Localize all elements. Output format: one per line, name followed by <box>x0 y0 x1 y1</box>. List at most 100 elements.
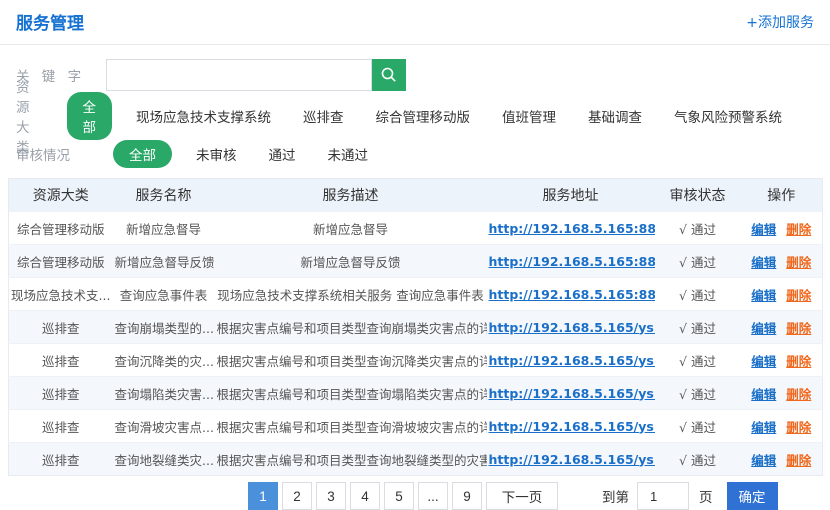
table-row: 巡排查 查询塌陷类灾害... 根据灾害点编号和项目类型查询塌陷类灾害点的详...… <box>9 377 823 410</box>
delete-link[interactable]: 删除 <box>786 222 811 237</box>
page-ellipsis[interactable]: ... <box>418 482 448 510</box>
resource-option-5[interactable]: 气象风险预警系统 <box>674 106 782 126</box>
audit-filter-all[interactable]: 全部 <box>113 140 172 168</box>
col-header-url: 服务地址 <box>487 179 655 212</box>
edit-link[interactable]: 编辑 <box>751 420 776 435</box>
service-url-link[interactable]: http://192.168.5.165:88... <box>489 287 655 302</box>
top-bar: 服务管理 +添加服务 <box>0 0 830 45</box>
goto-page-prefix: 到第 <box>602 486 629 506</box>
keyword-input[interactable] <box>106 59 372 91</box>
cell-category: 巡排查 <box>9 311 113 344</box>
table-row: 综合管理移动版 新增应急督导反馈 新增应急督导反馈 http://192.168… <box>9 245 823 278</box>
cell-category: 巡排查 <box>9 410 113 443</box>
delete-link[interactable]: 删除 <box>786 255 811 270</box>
service-url-link[interactable]: http://192.168.5.165/ys... <box>489 452 655 467</box>
audit-option-0[interactable]: 未审核 <box>196 144 237 164</box>
edit-link[interactable]: 编辑 <box>751 453 776 468</box>
page-button-1[interactable]: 1 <box>248 482 278 510</box>
resource-option-4[interactable]: 基础调查 <box>588 106 642 126</box>
resource-option-2[interactable]: 综合管理移动版 <box>376 106 471 126</box>
search-button[interactable] <box>372 59 406 91</box>
page-title: 服务管理 <box>16 9 84 34</box>
audit-filter-row: 审核情况 全部 未审核 通过 未通过 <box>16 140 814 168</box>
page-button-3[interactable]: 3 <box>316 482 346 510</box>
delete-link[interactable]: 删除 <box>786 288 811 303</box>
audit-option-1[interactable]: 通过 <box>269 144 296 164</box>
table-row: 巡排查 查询沉降类的灾... 根据灾害点编号和项目类型查询沉降类灾害点的详...… <box>9 344 823 377</box>
cell-category: 综合管理移动版 <box>9 245 113 278</box>
resource-option-3[interactable]: 值班管理 <box>502 106 556 126</box>
cell-name: 查询塌陷类灾害... <box>113 377 215 410</box>
edit-link[interactable]: 编辑 <box>751 321 776 336</box>
resource-filter-row: 资源大类 全部 现场应急技术支撑系统 巡排查 综合管理移动版 值班管理 基础调查… <box>16 102 814 130</box>
cell-desc: 新增应急督导反馈 <box>215 245 487 278</box>
table-row: 巡排查 查询地裂缝类灾... 根据灾害点编号和项目类型查询地裂缝类型的灾害...… <box>9 443 823 476</box>
edit-link[interactable]: 编辑 <box>751 255 776 270</box>
delete-link[interactable]: 删除 <box>786 453 811 468</box>
delete-link[interactable]: 删除 <box>786 354 811 369</box>
cell-name: 查询崩塌类型的... <box>113 311 215 344</box>
edit-link[interactable]: 编辑 <box>751 354 776 369</box>
edit-link[interactable]: 编辑 <box>751 387 776 402</box>
col-header-actions: 操作 <box>741 179 823 212</box>
status-badge: √ 通过 <box>655 311 741 344</box>
cell-name: 查询沉降类的灾... <box>113 344 215 377</box>
table-row: 现场应急技术支... 查询应急事件表 现场应急技术支撑系统相关服务 查询应急事件… <box>9 278 823 311</box>
service-url-link[interactable]: http://192.168.5.165/ys... <box>489 386 655 401</box>
delete-link[interactable]: 删除 <box>786 321 811 336</box>
keyword-search-row: 关 键 字 <box>16 58 814 92</box>
page-button-4[interactable]: 4 <box>350 482 380 510</box>
status-badge: √ 通过 <box>655 278 741 311</box>
col-header-name: 服务名称 <box>113 179 215 212</box>
resource-option-0[interactable]: 现场应急技术支撑系统 <box>136 106 271 126</box>
cell-name: 新增应急督导反馈 <box>113 245 215 278</box>
service-url-link[interactable]: http://192.168.5.165/ys... <box>489 419 655 434</box>
goto-page-input[interactable] <box>637 482 689 510</box>
table-row: 巡排查 查询崩塌类型的... 根据灾害点编号和项目类型查询崩塌类灾害点的详...… <box>9 311 823 344</box>
edit-link[interactable]: 编辑 <box>751 222 776 237</box>
cell-desc: 根据灾害点编号和项目类型查询滑坡坡灾害点的详... <box>215 410 487 443</box>
delete-link[interactable]: 删除 <box>786 387 811 402</box>
cell-category: 现场应急技术支... <box>9 278 113 311</box>
cell-desc: 根据灾害点编号和项目类型查询沉降类灾害点的详... <box>215 344 487 377</box>
col-header-status: 审核状态 <box>655 179 741 212</box>
cell-desc: 根据灾害点编号和项目类型查询地裂缝类型的灾害... <box>215 443 487 476</box>
page-button-2[interactable]: 2 <box>282 482 312 510</box>
cell-name: 查询地裂缝类灾... <box>113 443 215 476</box>
page-button-5[interactable]: 5 <box>384 482 414 510</box>
service-url-link[interactable]: http://192.168.5.165:88... <box>489 221 655 236</box>
cell-desc: 现场应急技术支撑系统相关服务 查询应急事件表 <box>215 278 487 311</box>
confirm-button[interactable]: 确定 <box>727 482 778 510</box>
status-badge: √ 通过 <box>655 245 741 278</box>
audit-option-2[interactable]: 未通过 <box>328 144 369 164</box>
cell-name: 新增应急督导 <box>113 212 215 245</box>
page-button-9[interactable]: 9 <box>452 482 482 510</box>
next-page-button[interactable]: 下一页 <box>486 482 558 510</box>
edit-link[interactable]: 编辑 <box>751 288 776 303</box>
col-header-desc: 服务描述 <box>215 179 487 212</box>
status-badge: √ 通过 <box>655 410 741 443</box>
cell-name: 查询滑坡灾害点... <box>113 410 215 443</box>
service-url-link[interactable]: http://192.168.5.165/ys... <box>489 353 655 368</box>
table-row: 巡排查 查询滑坡灾害点... 根据灾害点编号和项目类型查询滑坡坡灾害点的详...… <box>9 410 823 443</box>
status-badge: √ 通过 <box>655 443 741 476</box>
cell-category: 巡排查 <box>9 377 113 410</box>
resource-option-1[interactable]: 巡排查 <box>303 106 344 126</box>
search-box <box>106 59 406 91</box>
pagination: 1 2 3 4 5 ... 9 下一页 到第 页 确定 <box>248 482 778 510</box>
cell-category: 巡排查 <box>9 443 113 476</box>
search-icon <box>380 66 398 84</box>
status-badge: √ 通过 <box>655 344 741 377</box>
resource-filter-all[interactable]: 全部 <box>67 92 113 140</box>
table-header: 资源大类 服务名称 服务描述 服务地址 审核状态 操作 <box>9 179 823 212</box>
service-url-link[interactable]: http://192.168.5.165:88... <box>489 254 655 269</box>
add-service-button[interactable]: +添加服务 <box>746 12 814 32</box>
status-badge: √ 通过 <box>655 377 741 410</box>
audit-filter-options: 未审核 通过 未通过 <box>196 144 400 164</box>
delete-link[interactable]: 删除 <box>786 420 811 435</box>
cell-name: 查询应急事件表 <box>113 278 215 311</box>
cell-desc: 新增应急督导 <box>215 212 487 245</box>
service-url-link[interactable]: http://192.168.5.165/ys... <box>489 320 655 335</box>
table-row: 综合管理移动版 新增应急督导 新增应急督导 http://192.168.5.1… <box>9 212 823 245</box>
resource-filter-options: 现场应急技术支撑系统 巡排查 综合管理移动版 值班管理 基础调查 气象风险预警系… <box>136 106 814 126</box>
